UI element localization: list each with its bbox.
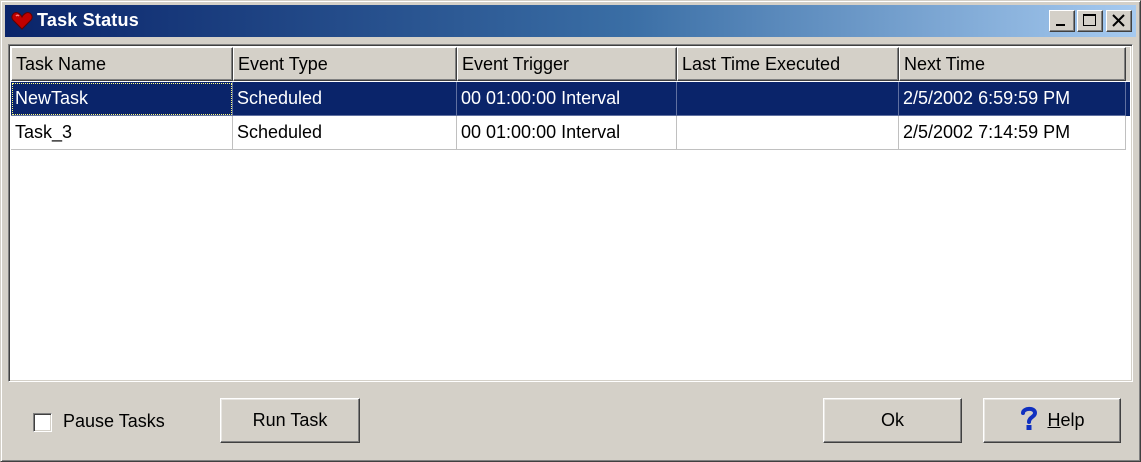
help-button[interactable]: Help	[983, 398, 1121, 443]
column-header-next-time[interactable]: Next Time	[899, 47, 1126, 81]
ok-label: Ok	[880, 410, 904, 430]
column-header-task-name[interactable]: Task Name	[11, 47, 233, 81]
run-task-button[interactable]: Run Task	[220, 398, 360, 443]
ok-button[interactable]: Ok	[823, 398, 962, 443]
pause-tasks-checkbox[interactable]	[33, 413, 52, 432]
column-header-event-type[interactable]: Event Type	[233, 47, 457, 81]
cell-next-time: 2/5/2002 7:14:59 PM	[899, 116, 1126, 150]
task-list[interactable]: Task Name Event Type Event Trigger Last …	[8, 44, 1133, 382]
cell-next-time: 2/5/2002 6:59:59 PM	[899, 82, 1126, 116]
column-header-event-trigger[interactable]: Event Trigger	[457, 47, 677, 81]
run-task-label: Run Task	[252, 410, 328, 430]
cell-event-type: Scheduled	[233, 82, 457, 116]
minimize-button[interactable]	[1049, 10, 1075, 32]
table-row[interactable]: NewTask Scheduled 00 01:00:00 Interval 2…	[11, 82, 1130, 116]
cell-last-time-executed	[677, 82, 899, 116]
table-row[interactable]: Task_3 Scheduled 00 01:00:00 Interval 2/…	[11, 116, 1130, 150]
maximize-button[interactable]	[1077, 10, 1103, 32]
button-bar: Pause Tasks Run Task Ok Help	[8, 384, 1133, 456]
column-header-last-time-executed[interactable]: Last Time Executed	[677, 47, 899, 81]
heart-app-icon	[11, 11, 33, 31]
cell-task-name: NewTask	[11, 82, 233, 116]
close-button[interactable]	[1106, 10, 1132, 32]
cell-last-time-executed	[677, 116, 899, 150]
list-header: Task Name Event Type Event Trigger Last …	[11, 47, 1130, 81]
task-status-window: Task Status Task Name Event Type Event T…	[0, 0, 1141, 462]
pause-tasks-label[interactable]: Pause Tasks	[63, 411, 165, 432]
maximize-icon	[1083, 14, 1096, 26]
cell-event-type: Scheduled	[233, 116, 457, 150]
minimize-icon	[1056, 24, 1065, 26]
title-bar[interactable]: Task Status	[5, 5, 1136, 37]
help-label: Help	[1047, 410, 1085, 430]
cell-event-trigger: 00 01:00:00 Interval	[457, 82, 677, 116]
cell-event-trigger: 00 01:00:00 Interval	[457, 116, 677, 150]
window-title: Task Status	[37, 10, 139, 30]
cell-task-name: Task_3	[11, 116, 233, 150]
close-icon	[1112, 14, 1125, 27]
question-mark-icon	[1019, 406, 1039, 437]
